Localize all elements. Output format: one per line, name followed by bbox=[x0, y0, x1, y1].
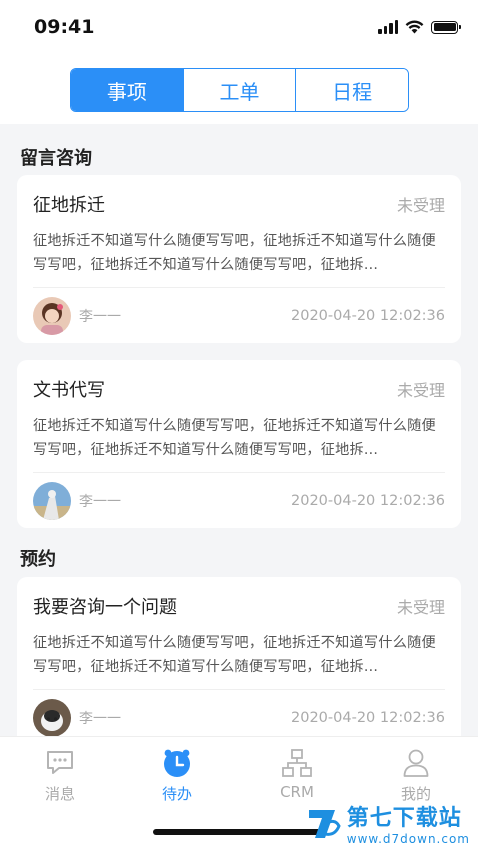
list-item[interactable]: 文书代写 未受理 征地拆迁不知道写什么随便写写吧，征地拆迁不知道写什么随便写写吧… bbox=[17, 360, 461, 528]
clock-icon bbox=[161, 747, 193, 779]
tab-work-orders[interactable]: 工单 bbox=[182, 69, 296, 111]
author-name: 李一一 bbox=[79, 308, 121, 325]
tabbar-label: 消息 bbox=[44, 785, 75, 803]
battery-icon bbox=[431, 20, 461, 34]
header: 事项 工单 日程 bbox=[0, 58, 478, 124]
card-title: 征地拆迁 bbox=[33, 195, 105, 216]
section-title-appointment: 预约 bbox=[20, 549, 56, 570]
cellular-signal-icon bbox=[378, 20, 398, 34]
tab-matters[interactable]: 事项 bbox=[71, 69, 183, 111]
status-time: 09:41 bbox=[34, 16, 95, 38]
card-body: 征地拆迁不知道写什么随便写写吧，征地拆迁不知道写什么随便写写吧，征地拆迁不知道写… bbox=[33, 233, 436, 273]
watermark-logo-icon bbox=[308, 810, 341, 838]
user-icon bbox=[400, 747, 432, 779]
watermark-url: www.d7down.com bbox=[346, 832, 470, 846]
org-chart-icon bbox=[281, 747, 313, 779]
card-title: 文书代写 bbox=[33, 380, 105, 401]
segmented-control: 事项 工单 日程 bbox=[70, 68, 409, 112]
tabbar-label: 待办 bbox=[161, 785, 192, 803]
author-name: 李一一 bbox=[79, 710, 121, 727]
timestamp: 2020-04-20 12:02:36 bbox=[291, 492, 445, 509]
message-icon bbox=[44, 747, 76, 779]
list-item[interactable]: 征地拆迁 未受理 征地拆迁不知道写什么随便写写吧，征地拆迁不知道写什么随便写写吧… bbox=[17, 175, 461, 343]
status-icons bbox=[378, 20, 461, 34]
tab-schedule[interactable]: 日程 bbox=[295, 69, 408, 111]
card-body: 征地拆迁不知道写什么随便写写吧，征地拆迁不知道写什么随便写写吧，征地拆迁不知道写… bbox=[33, 418, 436, 458]
status-badge: 未受理 bbox=[396, 196, 445, 215]
tabbar-label: CRM bbox=[280, 783, 314, 801]
timestamp: 2020-04-20 12:02:36 bbox=[291, 709, 445, 726]
wifi-icon bbox=[405, 20, 424, 34]
status-badge: 未受理 bbox=[396, 381, 445, 400]
status-badge: 未受理 bbox=[396, 598, 445, 617]
content-list[interactable]: 留言咨询 征地拆迁 未受理 征地拆迁不知道写什么随便写写吧，征地拆迁不知道写什么… bbox=[0, 124, 478, 736]
author-name: 李一一 bbox=[79, 493, 121, 510]
card-body: 征地拆迁不知道写什么随便写写吧，征地拆迁不知道写什么随便写写吧，征地拆迁不知道写… bbox=[33, 635, 436, 675]
status-bar: 09:41 bbox=[0, 0, 478, 58]
card-title: 我要咨询一个问题 bbox=[33, 597, 177, 618]
home-indicator[interactable] bbox=[153, 829, 325, 835]
section-title-consult: 留言咨询 bbox=[20, 148, 92, 169]
avatar bbox=[33, 296, 71, 335]
avatar bbox=[33, 481, 71, 520]
timestamp: 2020-04-20 12:02:36 bbox=[291, 307, 445, 324]
tabbar-item-messages[interactable]: 消息 bbox=[20, 747, 100, 804]
tabbar-item-todo[interactable]: 待办 bbox=[137, 747, 217, 804]
list-item[interactable]: 我要咨询一个问题 未受理 征地拆迁不知道写什么随便写写吧，征地拆迁不知道写什么随… bbox=[17, 577, 461, 736]
watermark-name: 第七下载站 bbox=[346, 806, 462, 831]
tabbar-item-crm[interactable]: CRM bbox=[257, 747, 337, 801]
watermark: 第七下载站 www.d7down.com bbox=[305, 800, 470, 846]
avatar bbox=[33, 698, 71, 736]
tabbar-item-me[interactable]: 我的 bbox=[376, 747, 456, 804]
